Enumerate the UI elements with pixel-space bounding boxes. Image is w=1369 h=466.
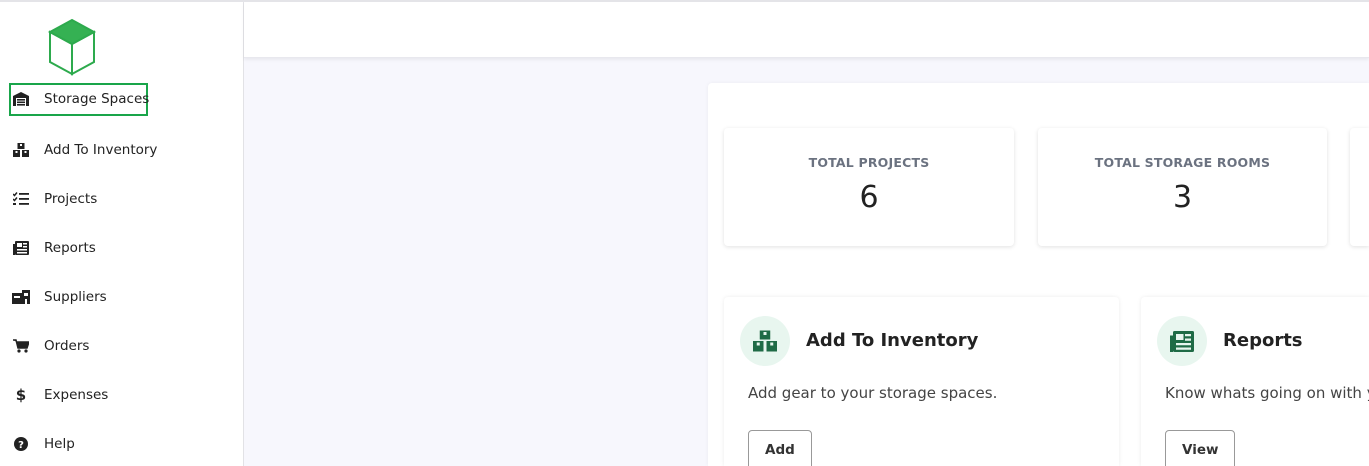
feature-description: Add gear to your storage spaces. <box>748 384 998 402</box>
svg-text:?: ? <box>18 440 24 451</box>
question-circle-icon: ? <box>12 435 30 453</box>
tasks-icon <box>12 190 30 208</box>
stat-title: TOTAL PROJECTS <box>808 155 930 170</box>
sidebar-item-label: Suppliers <box>44 289 107 305</box>
sidebar-item-add-to-inventory[interactable]: Add To Inventory <box>9 134 157 167</box>
sidebar-item-expenses[interactable]: $ Expenses <box>9 379 148 412</box>
sidebar-item-label: Help <box>44 436 75 452</box>
warehouse-icon <box>12 90 30 108</box>
feature-card-add-to-inventory: Add To Inventory Add gear to your storag… <box>724 297 1119 466</box>
sidebar-item-storage-spaces[interactable]: Storage Spaces <box>9 83 150 116</box>
boxes-icon <box>12 141 30 159</box>
cube-logo-icon <box>47 18 97 76</box>
boxes-icon <box>753 330 777 352</box>
stat-value: 6 <box>859 180 879 215</box>
sidebar-item-help[interactable]: ? Help <box>9 428 148 461</box>
stat-title: TOTAL STORAGE ROOMS <box>1094 155 1271 170</box>
newspaper-icon <box>12 239 30 257</box>
view-button[interactable]: View <box>1165 430 1236 466</box>
add-button[interactable]: Add <box>748 430 812 466</box>
store-icon <box>12 288 30 306</box>
feature-icon-circle <box>740 316 790 366</box>
stat-card-total-projects: TOTAL PROJECTS 6 <box>724 128 1014 246</box>
sidebar-item-label: Add To Inventory <box>44 142 158 158</box>
sidebar: Storage Spaces Add To Inventory Projects… <box>0 2 244 466</box>
stat-card-partial <box>1350 128 1369 246</box>
feature-description: Know whats going on with y <box>1165 384 1369 402</box>
sidebar-item-label: Expenses <box>44 387 109 403</box>
feature-icon-circle <box>1157 316 1207 366</box>
feature-title: Reports <box>1223 330 1303 351</box>
stat-card-total-storage-rooms: TOTAL STORAGE ROOMS 3 <box>1038 128 1327 246</box>
sidebar-item-suppliers[interactable]: Suppliers <box>9 281 148 314</box>
sidebar-item-label: Storage Spaces <box>44 91 150 107</box>
feature-title: Add To Inventory <box>806 330 979 351</box>
newspaper-icon <box>1170 330 1194 352</box>
dollar-icon: $ <box>15 386 27 404</box>
feature-card-reports: Reports Know whats going on with y View <box>1141 297 1369 466</box>
sidebar-item-reports[interactable]: Reports <box>9 232 148 265</box>
sidebar-item-projects[interactable]: Projects <box>9 183 148 216</box>
sidebar-item-label: Reports <box>44 240 96 256</box>
sidebar-item-orders[interactable]: Orders <box>9 330 148 363</box>
sidebar-item-label: Orders <box>44 338 90 354</box>
top-bar <box>244 2 1369 58</box>
sidebar-item-label: Projects <box>44 191 98 207</box>
cart-icon <box>12 337 30 355</box>
stat-value: 3 <box>1172 180 1193 215</box>
